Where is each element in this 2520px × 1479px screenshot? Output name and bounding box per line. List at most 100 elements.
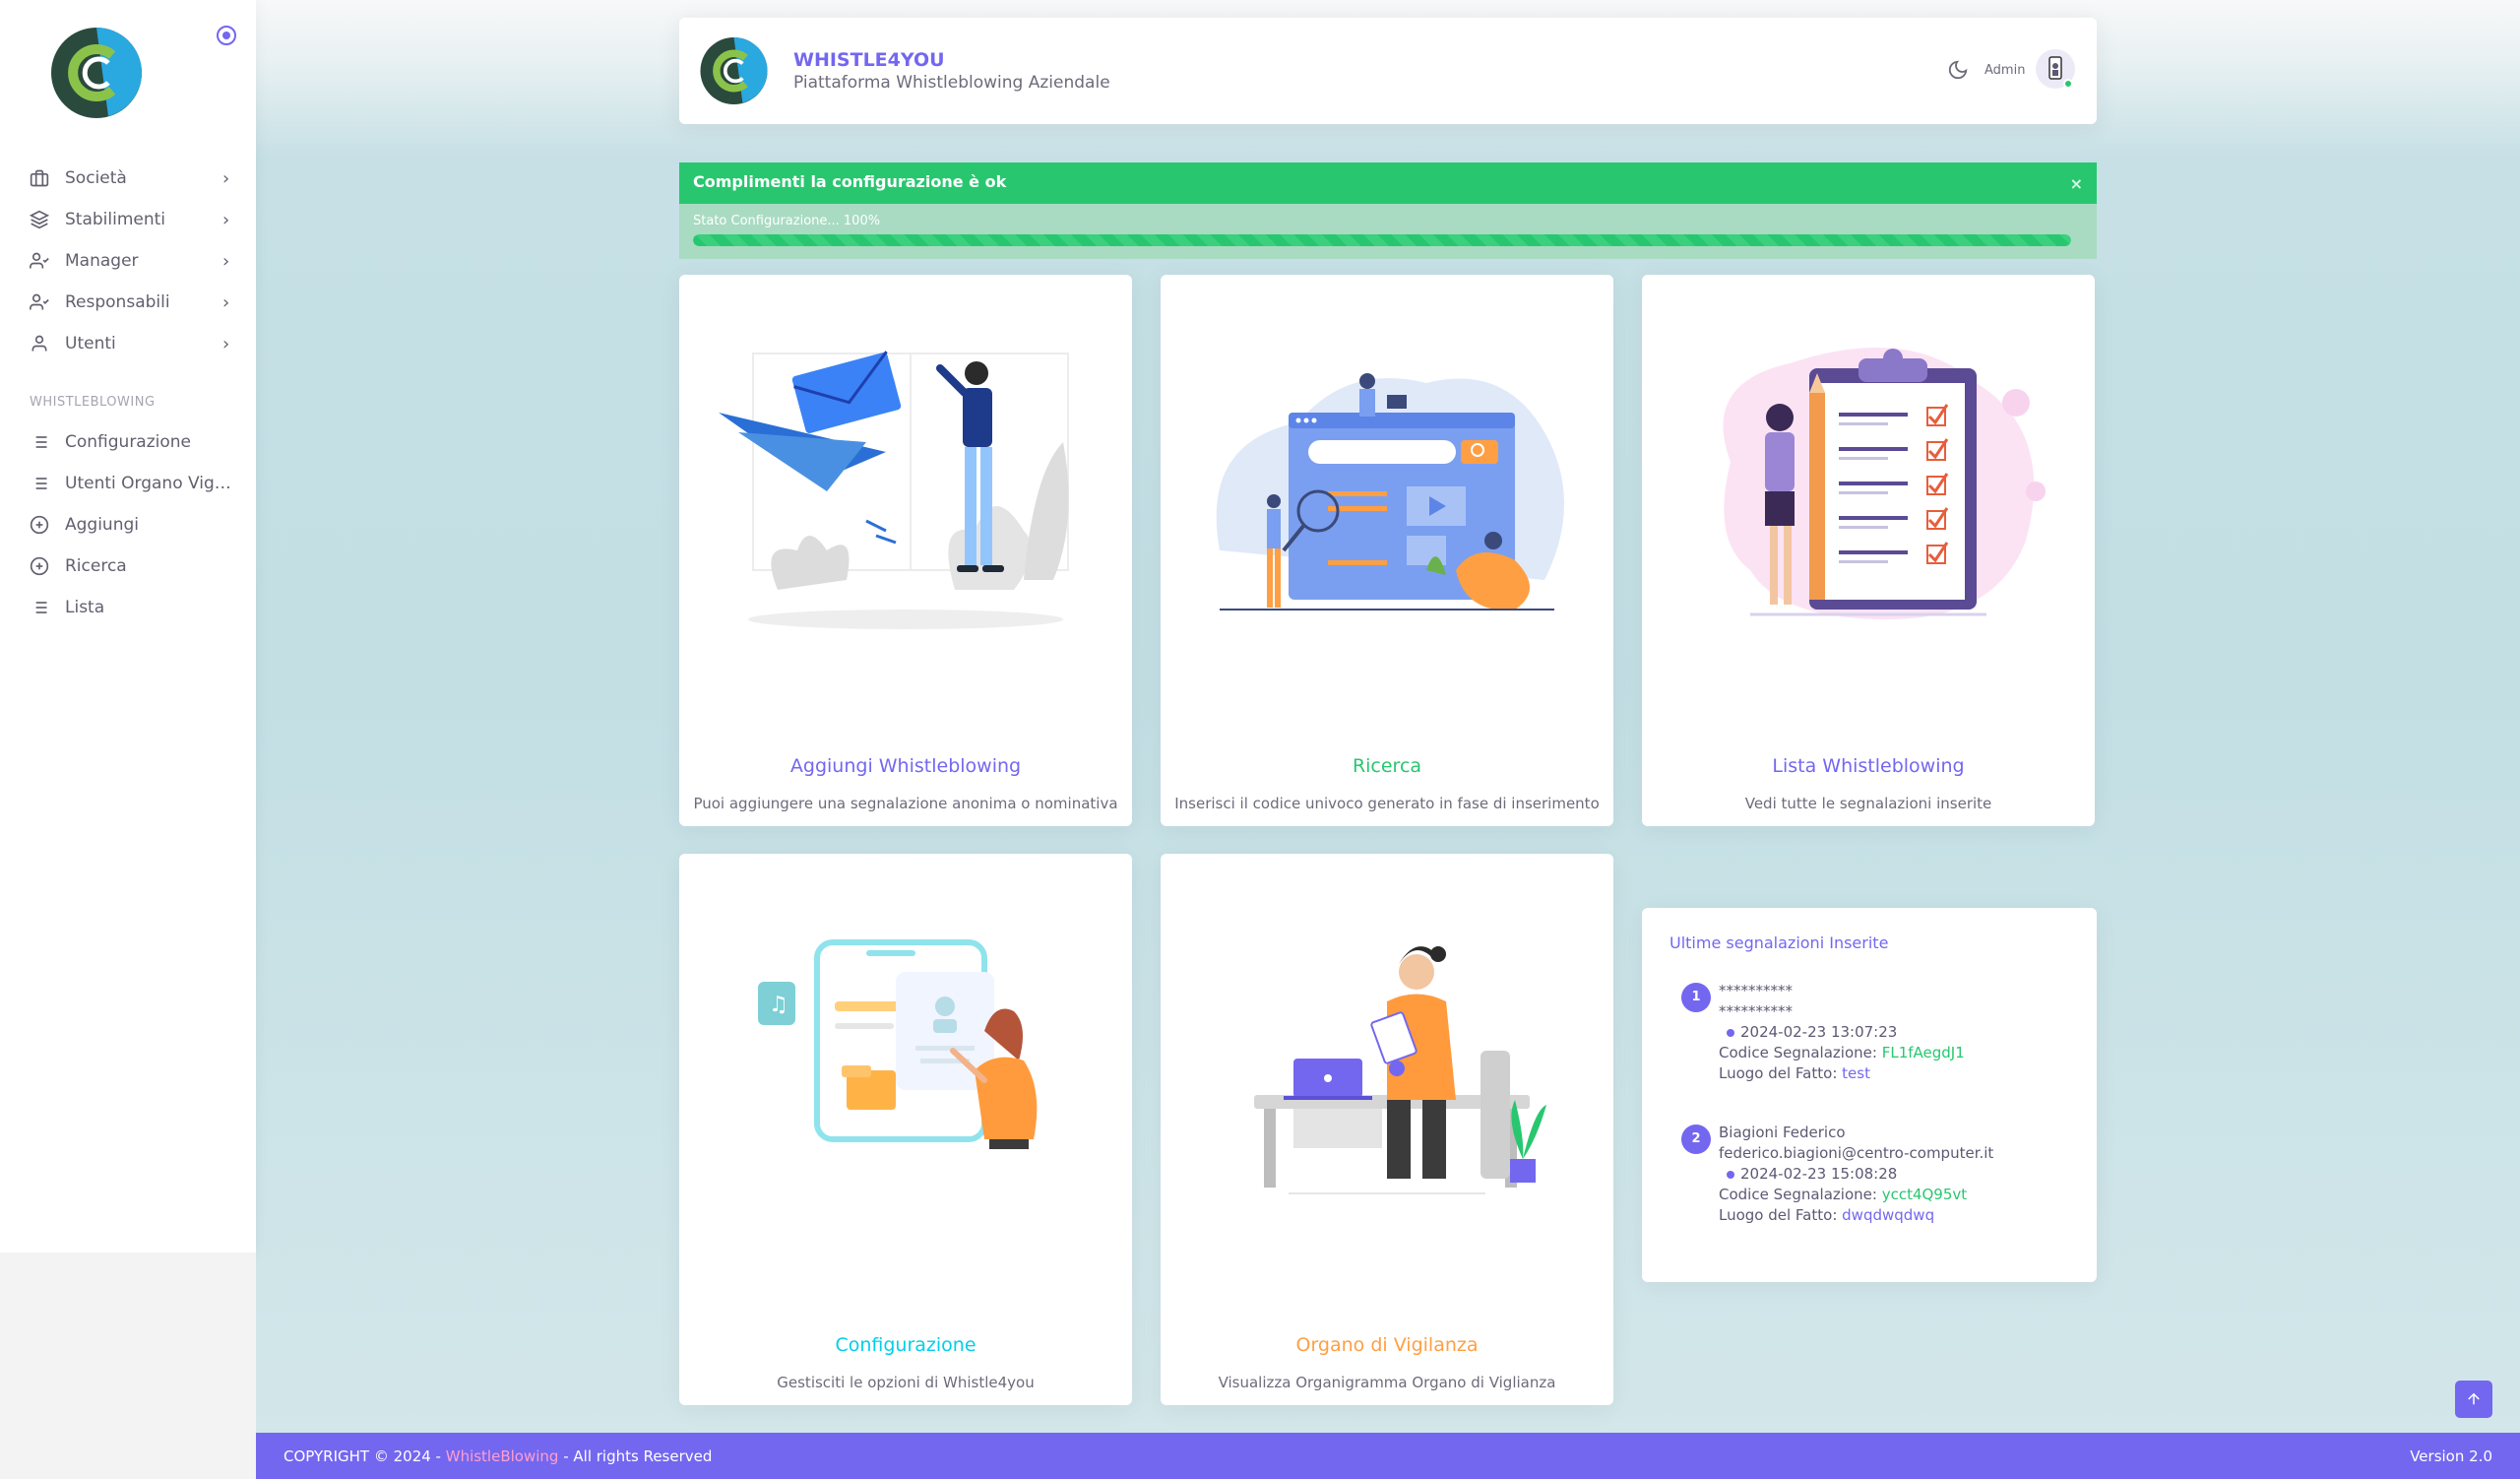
bullet-dot-icon — [1727, 1170, 1734, 1179]
plus-circle-icon — [30, 515, 49, 535]
sidebar-footer-area — [0, 1253, 256, 1479]
sidebar-item-responsabili[interactable]: Responsabili › — [0, 282, 256, 323]
chevron-right-icon: › — [222, 167, 230, 189]
chevron-right-icon: › — [222, 209, 230, 230]
user-icon — [30, 334, 49, 354]
sidebar-section-header: WHISTLEBLOWING — [30, 395, 156, 410]
page-footer: COPYRIGHT © 2024 - WhistleBlowing - All … — [256, 1433, 2520, 1479]
user-check-icon — [30, 251, 49, 271]
sidebar-item-utenti-organo[interactable]: Utenti Organo Vigil... — [0, 463, 256, 504]
configuration-illustration: ♫ — [758, 939, 1038, 1149]
entry-place-label: Luogo del Fatto: — [1719, 1064, 1838, 1082]
list-icon — [30, 598, 49, 617]
entry-number-badge: 2 — [1681, 1125, 1711, 1154]
list-icon — [30, 474, 49, 493]
card-title: Aggiungi Whistleblowing — [789, 755, 1022, 777]
entry-name: ********** — [1719, 982, 1793, 999]
progress-label: Stato Configurazione... 100% — [693, 214, 881, 228]
progress-bar — [693, 234, 2071, 246]
sidebar-item-label: Stabilimenti — [65, 210, 166, 229]
card-configurazione[interactable]: ♫ Configurazione Gestisciti le opzioni d… — [679, 854, 1132, 1405]
svg-text:♫: ♫ — [769, 993, 788, 1017]
entry-code-label: Codice Segnalazione: — [1719, 1044, 1877, 1061]
entry-place-row: Luogo del Fatto: dwqdwqdwq — [1719, 1205, 1993, 1226]
card-title: Lista Whistleblowing — [1772, 755, 1965, 777]
chevron-right-icon: › — [222, 333, 230, 354]
checklist-illustration — [1723, 348, 2046, 619]
moon-icon[interactable] — [1947, 59, 1969, 81]
entry-number-badge: 1 — [1681, 983, 1711, 1012]
entry-details: ********** ********** 2024-02-23 13:07:2… — [1719, 981, 1965, 1084]
entry-code[interactable]: ycct4Q95vt — [1882, 1186, 1967, 1203]
entry-date-row: 2024-02-23 13:07:23 — [1719, 1022, 1965, 1043]
sidebar-item-lista[interactable]: Lista — [0, 587, 256, 628]
brand-logo[interactable] — [699, 35, 772, 106]
user-role-label: Admin — [1984, 63, 2026, 78]
card-description: Inserisci il codice univoco generato in … — [1174, 795, 1600, 812]
entry-details: Biagioni Federico federico.biagioni@cent… — [1719, 1123, 1993, 1226]
sidebar-item-societa[interactable]: Società › — [0, 158, 256, 199]
entry-email: ********** — [1719, 1002, 1793, 1020]
copyright-suffix: - All rights Reserved — [558, 1447, 713, 1465]
sidebar-item-label: Società — [65, 168, 127, 188]
card-description: Visualizza Organigramma Organo di Viglia… — [1218, 1374, 1556, 1391]
sidebar-item-utenti[interactable]: Utenti › — [0, 323, 256, 364]
entry-date: 2024-02-23 13:07:23 — [1740, 1023, 1898, 1041]
office-desk-illustration — [1254, 946, 1546, 1194]
bullet-dot-icon — [1727, 1028, 1734, 1037]
user-check-icon — [30, 292, 49, 312]
page-header: WHISTLE4YOU Piattaforma Whistleblowing A… — [679, 18, 2097, 124]
sidebar-item-stabilimenti[interactable]: Stabilimenti › — [0, 199, 256, 240]
entry-date: 2024-02-23 15:08:28 — [1740, 1165, 1898, 1183]
sidebar-item-aggiungi[interactable]: Aggiungi — [0, 504, 256, 546]
sidebar-item-label: Manager — [65, 251, 139, 271]
entry-place: test — [1842, 1064, 1870, 1082]
entry-code-row: Codice Segnalazione: ycct4Q95vt — [1719, 1185, 1993, 1205]
sidebar-toggle-icon[interactable] — [217, 26, 236, 45]
send-mail-illustration — [719, 351, 1069, 629]
scroll-top-button[interactable] — [2455, 1381, 2492, 1418]
sidebar-item-label: Utenti — [65, 334, 116, 354]
close-icon[interactable]: × — [2070, 174, 2083, 193]
sidebar-item-label: Lista — [65, 598, 105, 617]
card-organo-di-vigilanza[interactable]: Organo di Vigilanza Visualizza Organigra… — [1161, 854, 1613, 1405]
card-lista-whistleblowing[interactable]: Lista Whistleblowing Vedi tutte le segna… — [1642, 275, 2095, 826]
sidebar-item-label: Configurazione — [65, 432, 192, 452]
app-version: Version 2.0 — [2410, 1447, 2492, 1465]
footer-brand-link[interactable]: WhistleBlowing — [446, 1447, 559, 1465]
recent-reports-title: Ultime segnalazioni Inserite — [1670, 933, 1889, 952]
card-title: Configurazione — [835, 1334, 976, 1356]
card-title: Ricerca — [1352, 755, 1422, 777]
card-aggiungi-whistleblowing[interactable]: Aggiungi Whistleblowing Puoi aggiungere … — [679, 275, 1132, 826]
sidebar-item-manager[interactable]: Manager › — [0, 240, 256, 282]
search-illustration — [1216, 373, 1564, 611]
sidebar-item-configurazione[interactable]: Configurazione — [0, 421, 256, 463]
entry-place: dwqdwqdwq — [1842, 1206, 1935, 1224]
sidebar-item-label: Utenti Organo Vigil... — [65, 474, 234, 493]
card-description: Vedi tutte le segnalazioni inserite — [1744, 795, 1992, 812]
entry-code[interactable]: FL1fAegdJ1 — [1882, 1044, 1965, 1061]
success-alert: Complimenti la configurazione è ok × — [679, 162, 2097, 204]
sidebar-item-label: Aggiungi — [65, 515, 139, 535]
app-title: WHISTLE4YOU — [793, 49, 945, 71]
entry-place-label: Luogo del Fatto: — [1719, 1206, 1838, 1224]
card-description: Gestisciti le opzioni di Whistle4you — [777, 1374, 1035, 1391]
sidebar: Società › Stabilimenti › Manager › Respo… — [0, 0, 256, 1253]
layers-icon — [30, 210, 49, 229]
brand-logo[interactable] — [49, 26, 148, 120]
entry-place-row: Luogo del Fatto: test — [1719, 1063, 1965, 1084]
alert-message: Complimenti la configurazione è ok — [693, 172, 1007, 191]
recent-reports-card: Ultime segnalazioni Inserite 1 *********… — [1642, 908, 2097, 1282]
card-ricerca[interactable]: Ricerca Inserisci il codice univoco gene… — [1161, 275, 1613, 826]
list-icon — [30, 432, 49, 452]
briefcase-icon — [30, 168, 49, 188]
sidebar-item-ricerca[interactable]: Ricerca — [0, 546, 256, 587]
config-progress: Stato Configurazione... 100% — [679, 204, 2097, 259]
entry-email: federico.biagioni@centro-computer.it — [1719, 1144, 1994, 1162]
chevron-right-icon: › — [222, 250, 230, 272]
card-description: Puoi aggiungere una segnalazione anonima… — [693, 795, 1118, 812]
copyright-prefix: COPYRIGHT © 2024 - — [284, 1447, 446, 1465]
plus-circle-icon — [30, 556, 49, 576]
online-status-dot — [2063, 79, 2073, 89]
entry-code-label: Codice Segnalazione: — [1719, 1186, 1877, 1203]
